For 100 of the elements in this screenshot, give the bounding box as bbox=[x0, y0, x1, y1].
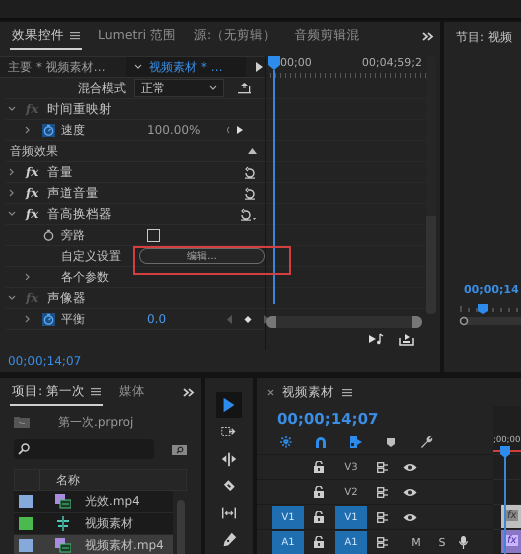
mini-timeline-drawing[interactable] bbox=[459, 304, 521, 328]
sync-lock-icon[interactable] bbox=[377, 486, 389, 498]
linked-selection-icon[interactable] bbox=[349, 435, 363, 450]
effect-badge: fx bbox=[505, 510, 518, 521]
overflow-chevrons-icon[interactable] bbox=[183, 388, 195, 396]
panel-tab[interactable]: Lumetri 范围 bbox=[96, 22, 178, 50]
play-triangle-icon[interactable] bbox=[256, 62, 263, 72]
zoom-scrollbar[interactable] bbox=[266, 316, 422, 328]
marker-icon[interactable] bbox=[384, 435, 398, 450]
lock-icon[interactable] bbox=[314, 461, 324, 473]
panel-tab[interactable]: 视频素材 bbox=[282, 384, 334, 400]
menu-icon[interactable] bbox=[342, 388, 352, 396]
reset-icon[interactable] bbox=[243, 166, 257, 178]
menu-icon[interactable] bbox=[91, 386, 102, 396]
parameter-label: 平衡 bbox=[61, 310, 86, 328]
lock-icon[interactable] bbox=[314, 536, 324, 548]
panel-tab[interactable]: 效果控件 bbox=[10, 22, 82, 50]
keyframe-navigation-icon[interactable] bbox=[227, 314, 269, 324]
playhead-icon[interactable] bbox=[268, 56, 280, 70]
section-heading: 音频效果 bbox=[10, 142, 58, 160]
timecode[interactable]: 00;00;14;07 bbox=[0, 350, 82, 372]
panel-tab[interactable]: 源:（无剪辑） bbox=[192, 22, 278, 50]
effect-toggle[interactable]: fx bbox=[26, 186, 41, 200]
track-target-button[interactable]: A1 bbox=[335, 530, 367, 554]
panel-tab[interactable]: 节目: 视频 bbox=[444, 22, 521, 50]
timecode[interactable]: 00;00;14;07 bbox=[257, 406, 493, 430]
bypass-checkbox[interactable] bbox=[147, 228, 160, 242]
collapse-chevron-icon[interactable] bbox=[8, 294, 16, 302]
column-header[interactable]: 名称 bbox=[40, 472, 80, 488]
label-color-swatch[interactable] bbox=[19, 517, 33, 530]
collapse-triangle-icon[interactable] bbox=[248, 148, 257, 154]
search-field[interactable] bbox=[14, 439, 154, 459]
stopwatch-icon[interactable] bbox=[42, 228, 55, 242]
panel-tab[interactable]: 媒体 bbox=[117, 378, 148, 406]
solo-button[interactable]: S bbox=[429, 536, 455, 548]
audio-clip[interactable]: fx bbox=[501, 530, 521, 553]
video-clip-icon bbox=[55, 494, 71, 509]
microphone-icon[interactable] bbox=[459, 536, 468, 548]
effect-badge: fx bbox=[505, 535, 518, 546]
edit-button[interactable]: 编辑... bbox=[139, 248, 265, 264]
parameter-label: 速度 bbox=[61, 122, 86, 138]
mute-button[interactable]: M bbox=[403, 536, 429, 548]
effect-name: 时间重映射 bbox=[47, 100, 112, 118]
collapse-chevron-icon[interactable] bbox=[8, 210, 16, 218]
reset-icon[interactable] bbox=[239, 208, 257, 220]
sync-lock-icon[interactable] bbox=[377, 512, 389, 522]
project-item[interactable]: 视频素材 bbox=[14, 513, 173, 535]
expand-chevron-icon[interactable] bbox=[24, 315, 32, 323]
lock-icon[interactable] bbox=[314, 486, 324, 498]
keyframe-icon[interactable] bbox=[238, 82, 251, 94]
expand-chevron-icon[interactable] bbox=[8, 189, 16, 197]
label-color-swatch[interactable] bbox=[19, 495, 33, 508]
reset-icon[interactable] bbox=[243, 186, 257, 200]
label-color-swatch[interactable] bbox=[19, 539, 33, 552]
project-item[interactable]: 光效.mp4 bbox=[14, 491, 173, 513]
video-clip-icon bbox=[55, 538, 71, 553]
effect-toggle[interactable]: fx bbox=[26, 165, 41, 179]
track-target-button[interactable]: V3 bbox=[335, 456, 367, 478]
collapse-chevron-icon[interactable] bbox=[8, 105, 16, 113]
expand-chevron-icon[interactable] bbox=[24, 273, 32, 281]
parameter-value[interactable]: 0.0 bbox=[147, 312, 221, 326]
effect-toggle[interactable]: fx bbox=[26, 207, 41, 221]
sequence-icon bbox=[55, 516, 71, 531]
sync-lock-icon[interactable] bbox=[377, 536, 389, 548]
project-item[interactable]: 视频素材.mp4 bbox=[14, 535, 173, 554]
eye-icon[interactable] bbox=[403, 462, 417, 472]
master-clip-label[interactable]: 主要 * 视频素材… bbox=[8, 58, 120, 76]
track-target-button[interactable]: V1 bbox=[335, 506, 367, 528]
nest-icon[interactable] bbox=[279, 435, 293, 450]
stopwatch-icon[interactable] bbox=[42, 312, 55, 326]
video-clip[interactable]: fx bbox=[501, 505, 521, 528]
magnet-icon[interactable] bbox=[314, 435, 328, 450]
panel-tab[interactable]: 项目: 第一次 bbox=[10, 378, 104, 406]
wrench-icon[interactable] bbox=[419, 435, 433, 450]
overflow-chevrons-icon[interactable] bbox=[422, 32, 434, 40]
close-icon[interactable] bbox=[267, 388, 274, 396]
panel-tab[interactable]: 音频剪辑混 bbox=[292, 22, 362, 50]
source-patch-button[interactable]: V1 bbox=[272, 506, 304, 528]
menu-icon[interactable] bbox=[70, 30, 80, 40]
find-folder-icon[interactable] bbox=[172, 444, 187, 454]
blend-mode-dropdown[interactable]: 正常 bbox=[134, 79, 224, 97]
playhead-icon[interactable] bbox=[500, 446, 510, 458]
sync-lock-icon[interactable] bbox=[377, 462, 389, 472]
effect-name: 声道音量 bbox=[47, 184, 99, 202]
play-audio-icon[interactable] bbox=[369, 333, 385, 345]
eye-icon[interactable] bbox=[403, 488, 417, 496]
parameter-label: 旁路 bbox=[61, 226, 86, 244]
export-icon[interactable] bbox=[399, 332, 414, 346]
dropdown-caret-icon bbox=[209, 85, 217, 91]
timecode[interactable]: 00;00;14 bbox=[444, 283, 521, 296]
clip-dropdown[interactable]: 视频素材 * … bbox=[126, 57, 246, 77]
source-patch-button[interactable]: A1 bbox=[272, 530, 304, 554]
track-target-button[interactable]: V2 bbox=[335, 480, 367, 504]
dropdown-caret-icon bbox=[134, 64, 142, 70]
time-ruler[interactable]: ;00;00 bbox=[493, 406, 521, 448]
keyframe-navigation-icon[interactable] bbox=[227, 125, 243, 135]
effect-name: 声像器 bbox=[47, 290, 86, 306]
expand-chevron-icon[interactable] bbox=[8, 168, 16, 176]
lock-icon[interactable] bbox=[314, 511, 324, 523]
eye-icon[interactable] bbox=[403, 512, 417, 522]
